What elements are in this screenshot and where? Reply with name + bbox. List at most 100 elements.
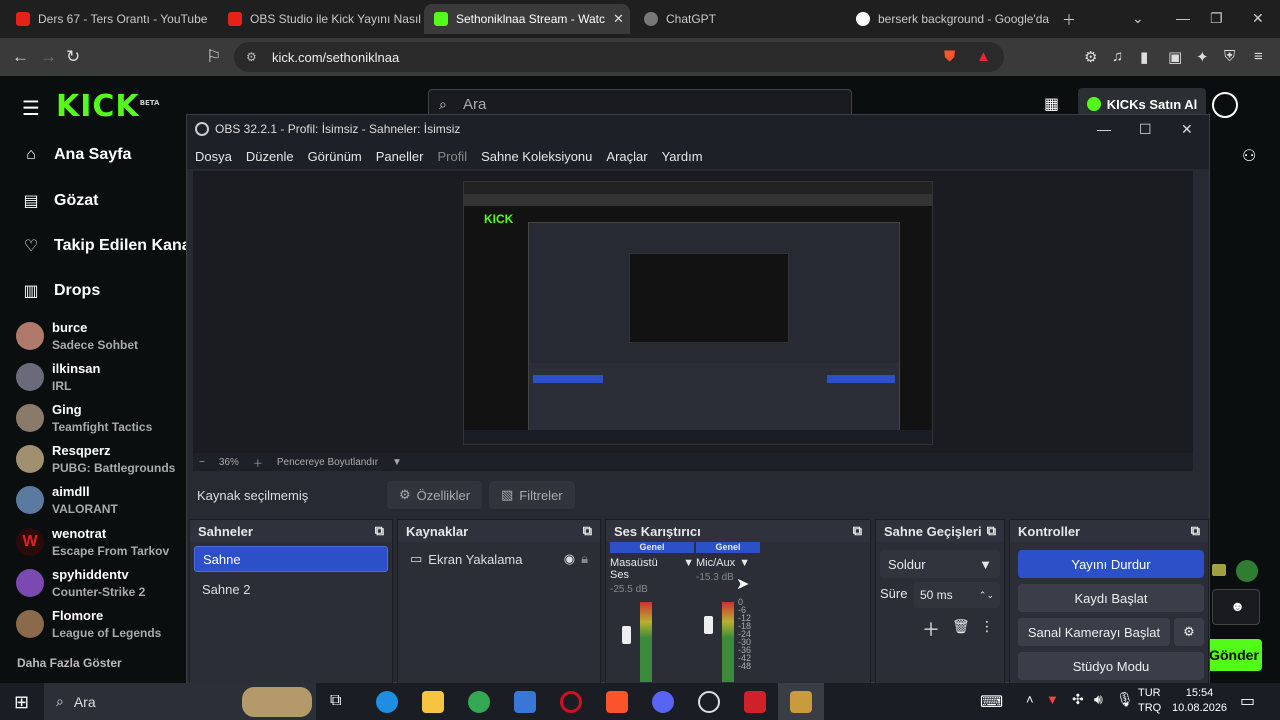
maximize-icon[interactable]: ☐ — [1139, 121, 1152, 138]
channel-item[interactable]: Ging Teamfight Tactics — [16, 402, 152, 434]
hidden-icons-icon[interactable]: ˄ — [1026, 692, 1034, 707]
spin-icon[interactable]: ⌃⌄ — [979, 590, 994, 601]
menu-tools[interactable]: Araçlar — [606, 149, 647, 164]
zoom-dropdown-icon[interactable]: ▼ — [392, 457, 402, 468]
lock-icon[interactable]: 🔒︎ — [581, 551, 588, 567]
url-field[interactable]: ⚙ kick.com/sethoniklnaa — [234, 42, 1004, 72]
start-virtual-camera-button[interactable]: Sanal Kamerayı Başlat — [1018, 618, 1170, 646]
undock-icon[interactable]: ⧉ — [987, 523, 996, 539]
close-icon[interactable]: ✕ — [1181, 121, 1193, 138]
forward-icon[interactable]: → — [40, 47, 57, 67]
channel-item[interactable]: aimdll VALORANT — [16, 484, 118, 516]
undock-icon[interactable]: ⧉ — [583, 523, 592, 539]
channel-name[interactable]: Mic/Aux ▼ — [696, 557, 760, 569]
start-recording-button[interactable]: Kaydı Başlat — [1018, 584, 1204, 612]
transition-select[interactable]: Soldur ▼ — [880, 550, 1000, 578]
media-icon[interactable]: ♫ — [1112, 48, 1123, 65]
stop-streaming-button[interactable]: Yayını Durdur — [1018, 550, 1204, 578]
tab-list-icon[interactable]: ⌄ — [1132, 10, 1144, 27]
obs-taskbar-icon[interactable] — [698, 691, 720, 713]
duration-stepper[interactable]: 50 ms ⌃⌄ — [914, 582, 1000, 608]
opera-icon[interactable] — [560, 691, 582, 713]
nav-home[interactable]: ⌂ Ana Sayfa — [22, 146, 131, 164]
nav-following[interactable]: ♡ Takip Edilen Kanal — [22, 236, 195, 256]
task-view-icon[interactable]: ⧉ — [330, 692, 341, 710]
scene-item[interactable]: Sahne 2 — [194, 576, 388, 602]
chat-input[interactable]: ☻ — [1212, 589, 1260, 625]
game-launcher-icon[interactable] — [744, 691, 766, 713]
volume-slider[interactable] — [622, 626, 631, 644]
volume-slider[interactable] — [704, 616, 713, 634]
brave-rewards-icon[interactable]: ▲ — [976, 48, 991, 65]
trash-icon[interactable]: 🗑︎ — [952, 618, 970, 635]
menu-docks[interactable]: Paneller — [376, 149, 424, 164]
volume-icon[interactable]: 🔊︎ — [1094, 691, 1103, 708]
menu-view[interactable]: Görünüm — [308, 149, 362, 164]
undock-icon[interactable]: ⧉ — [375, 523, 384, 539]
outlook-icon[interactable] — [514, 691, 536, 713]
chrome-icon[interactable] — [468, 691, 490, 713]
vpn-icon[interactable]: ⛨ — [1224, 48, 1235, 65]
league-client-icon[interactable] — [790, 691, 812, 713]
user-avatar[interactable] — [1212, 92, 1238, 118]
close-tab-icon[interactable]: ✕ — [613, 11, 624, 27]
add-icon[interactable]: ＋ — [922, 616, 940, 642]
wallet-icon[interactable]: ▣ — [1168, 48, 1182, 66]
nav-drops[interactable]: ▥ Drops — [22, 281, 100, 301]
channel-item[interactable]: Resqperz PUBG: Battlegrounds — [16, 443, 175, 475]
send-button[interactable]: Gönder — [1206, 639, 1262, 671]
sidebar-icon[interactable]: ▮ — [1140, 48, 1148, 66]
leo-ai-icon[interactable]: ✦ — [1196, 48, 1209, 66]
keyboard-icon[interactable]: ⌨ — [980, 692, 1003, 712]
extensions-icon[interactable]: ⚙ — [1084, 48, 1097, 66]
store-icon[interactable]: ▦ — [1044, 94, 1059, 114]
source-item[interactable]: ▭ Ekran Yakalama ◉ 🔒︎ — [402, 546, 596, 572]
browser-tab[interactable]: ChatGPT — [634, 4, 842, 34]
undock-icon[interactable]: ⧉ — [1191, 523, 1200, 539]
site-info-icon[interactable]: ⚙ — [246, 50, 257, 64]
windows-start-icon[interactable]: ⊞ — [14, 692, 29, 713]
microphone-icon[interactable]: 🎙︎ — [1116, 691, 1134, 708]
studio-mode-button[interactable]: Stüdyo Modu — [1018, 652, 1204, 680]
tray-app-icon[interactable]: ▼ — [1046, 692, 1059, 707]
brave-shield-icon[interactable]: ⛊ — [944, 48, 955, 65]
kick-logo[interactable]: KICKBETA — [56, 89, 159, 124]
menu-help[interactable]: Yardım — [662, 149, 703, 164]
browser-tab[interactable]: berserk background - Google'da — [846, 4, 1052, 34]
chat-users-icon[interactable]: ⚇ — [1242, 146, 1256, 166]
file-explorer-icon[interactable] — [422, 691, 444, 713]
discord-icon[interactable] — [652, 691, 674, 713]
menu-edit[interactable]: Düzenle — [246, 149, 294, 164]
visibility-eye-icon[interactable]: ◉ — [564, 551, 575, 567]
obs-preview[interactable]: KICK — [193, 171, 1193, 453]
menu-file[interactable]: Dosya — [195, 149, 232, 164]
taskbar-search[interactable]: ⌕ Ara — [44, 683, 316, 720]
nav-browse[interactable]: ▤ Gözat — [22, 191, 98, 211]
clock[interactable]: 15:54 10.08.2026 — [1172, 686, 1227, 716]
channel-item[interactable]: ilkinsan IRL — [16, 361, 100, 393]
brave-icon[interactable] — [606, 691, 628, 713]
dropdown-icon[interactable]: ▼ — [683, 557, 694, 581]
maximize-icon[interactable]: ❐ — [1210, 10, 1223, 27]
browser-tab-active[interactable]: Sethoniklnaa Stream - Watc ✕ — [424, 4, 630, 34]
zoom-out-icon[interactable]: − — [199, 457, 205, 468]
undock-icon[interactable]: ⧉ — [853, 523, 862, 539]
bookmark-icon[interactable]: ⚐ — [206, 47, 221, 67]
reload-icon[interactable]: ↻ — [66, 47, 80, 67]
virtual-camera-settings-button[interactable]: ⚙ — [1174, 618, 1204, 646]
language-indicator[interactable]: TUR TRQ — [1138, 686, 1161, 716]
browser-tab[interactable]: Ders 67 - Ters Orantı - YouTube — [6, 4, 216, 34]
hamburger-menu-icon[interactable]: ☰ — [22, 96, 40, 121]
emoji-picker-icon[interactable]: ☻ — [1230, 598, 1245, 614]
menu-profile[interactable]: Profil — [437, 149, 467, 164]
channel-item[interactable]: spyhiddentv Counter-Strike 2 — [16, 567, 145, 599]
edge-icon[interactable] — [376, 691, 398, 713]
channel-item[interactable]: Wwenotrat Escape From Tarkov — [16, 526, 169, 558]
notification-icon[interactable]: ▭ — [1240, 691, 1255, 711]
close-window-icon[interactable]: ✕ — [1252, 10, 1264, 27]
show-more-link[interactable]: Daha Fazla Göster — [17, 656, 122, 670]
zoom-in-icon[interactable]: ＋ — [253, 455, 263, 470]
minimize-icon[interactable]: — — [1176, 10, 1190, 26]
more-options-icon[interactable]: ⋮ — [980, 618, 994, 635]
properties-button[interactable]: ⚙ Özellikler — [387, 481, 483, 509]
